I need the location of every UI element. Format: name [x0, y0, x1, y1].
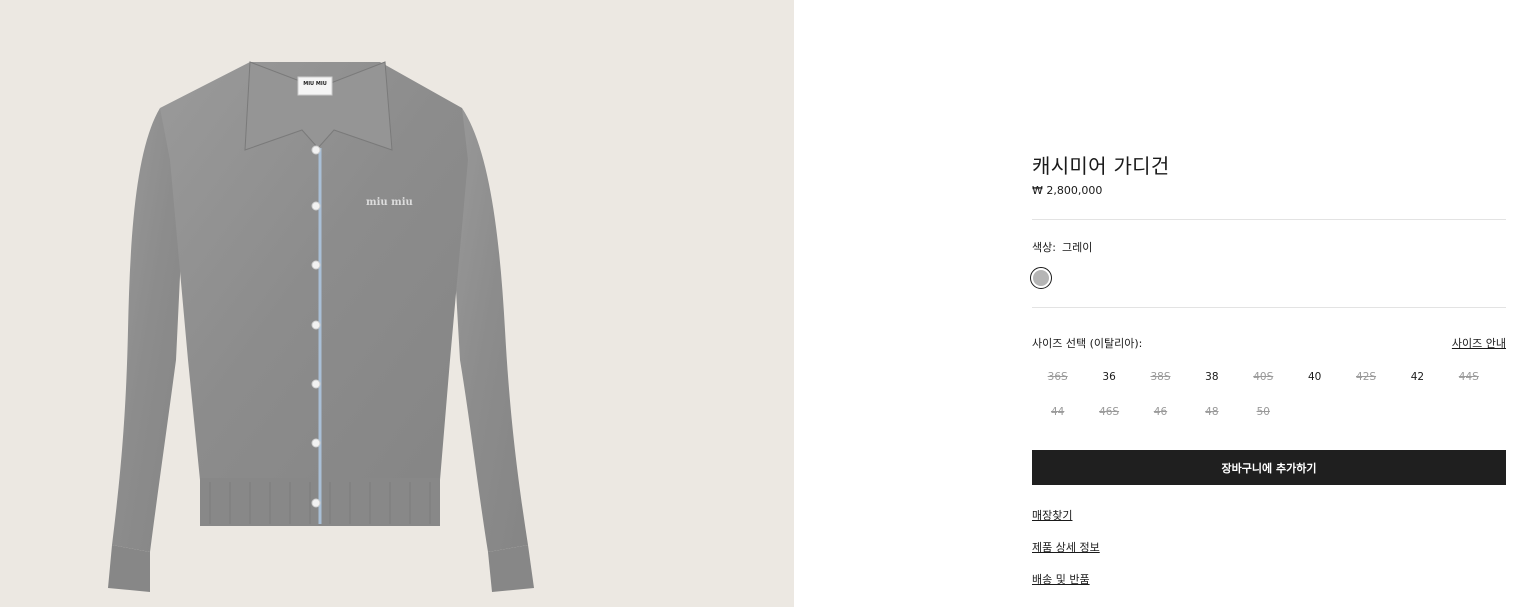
size-option-44[interactable]: 44 — [1032, 403, 1083, 422]
info-links: 매장찾기 제품 상세 정보 배송 및 반품 — [1032, 508, 1100, 604]
color-selection: 색상: 그레이 — [1032, 239, 1092, 255]
add-to-cart-button[interactable]: 장바구니에 추가하기 — [1032, 450, 1506, 485]
product-details-link[interactable]: 제품 상세 정보 — [1032, 540, 1100, 572]
size-option-50[interactable]: 50 — [1238, 403, 1289, 422]
store-locator-link[interactable]: 매장찾기 — [1032, 508, 1100, 540]
brand-label: MIU MIU — [303, 81, 327, 87]
color-label: 색상: — [1032, 241, 1056, 254]
color-swatch-gray[interactable] — [1030, 267, 1052, 289]
size-option-36[interactable]: 36 — [1083, 368, 1134, 387]
size-option-38[interactable]: 38 — [1186, 368, 1237, 387]
size-option-40s[interactable]: 40S — [1238, 368, 1289, 387]
size-option-46s[interactable]: 46S — [1083, 403, 1134, 422]
size-option-42[interactable]: 42 — [1392, 368, 1443, 387]
size-options: 36S 36 38S 38 40S 40 42S 42 44S 44 46S 46 48 50 — [1032, 368, 1506, 422]
divider — [1032, 219, 1506, 220]
color-value: 그레이 — [1061, 241, 1093, 254]
size-option-48[interactable]: 48 — [1186, 403, 1237, 422]
size-guide-link[interactable]: 사이즈 안내 — [1452, 335, 1506, 351]
size-option-42s[interactable]: 42S — [1340, 368, 1391, 387]
embroidered-logo: miu miu — [366, 197, 413, 208]
size-option-38s[interactable]: 38S — [1135, 368, 1186, 387]
size-option-46[interactable]: 46 — [1135, 403, 1186, 422]
product-title: 캐시미어 가디건 — [1032, 154, 1170, 178]
product-info-panel: 캐시미어 가디건 ₩ 2,800,000 색상: 그레이 사이즈 선택 (이탈리아… — [1030, 0, 1506, 607]
shipping-returns-link[interactable]: 배송 및 반품 — [1032, 572, 1100, 604]
size-option-44s[interactable]: 44S — [1443, 368, 1494, 387]
size-select-label: 사이즈 선택 (이탈리아): — [1032, 337, 1143, 350]
size-option-36s[interactable]: 36S — [1032, 368, 1083, 387]
divider — [1032, 307, 1506, 308]
product-price: ₩ 2,800,000 — [1032, 184, 1103, 197]
product-image[interactable]: MIU MIU miu miu — [0, 0, 794, 607]
size-option-40[interactable]: 40 — [1289, 368, 1340, 387]
